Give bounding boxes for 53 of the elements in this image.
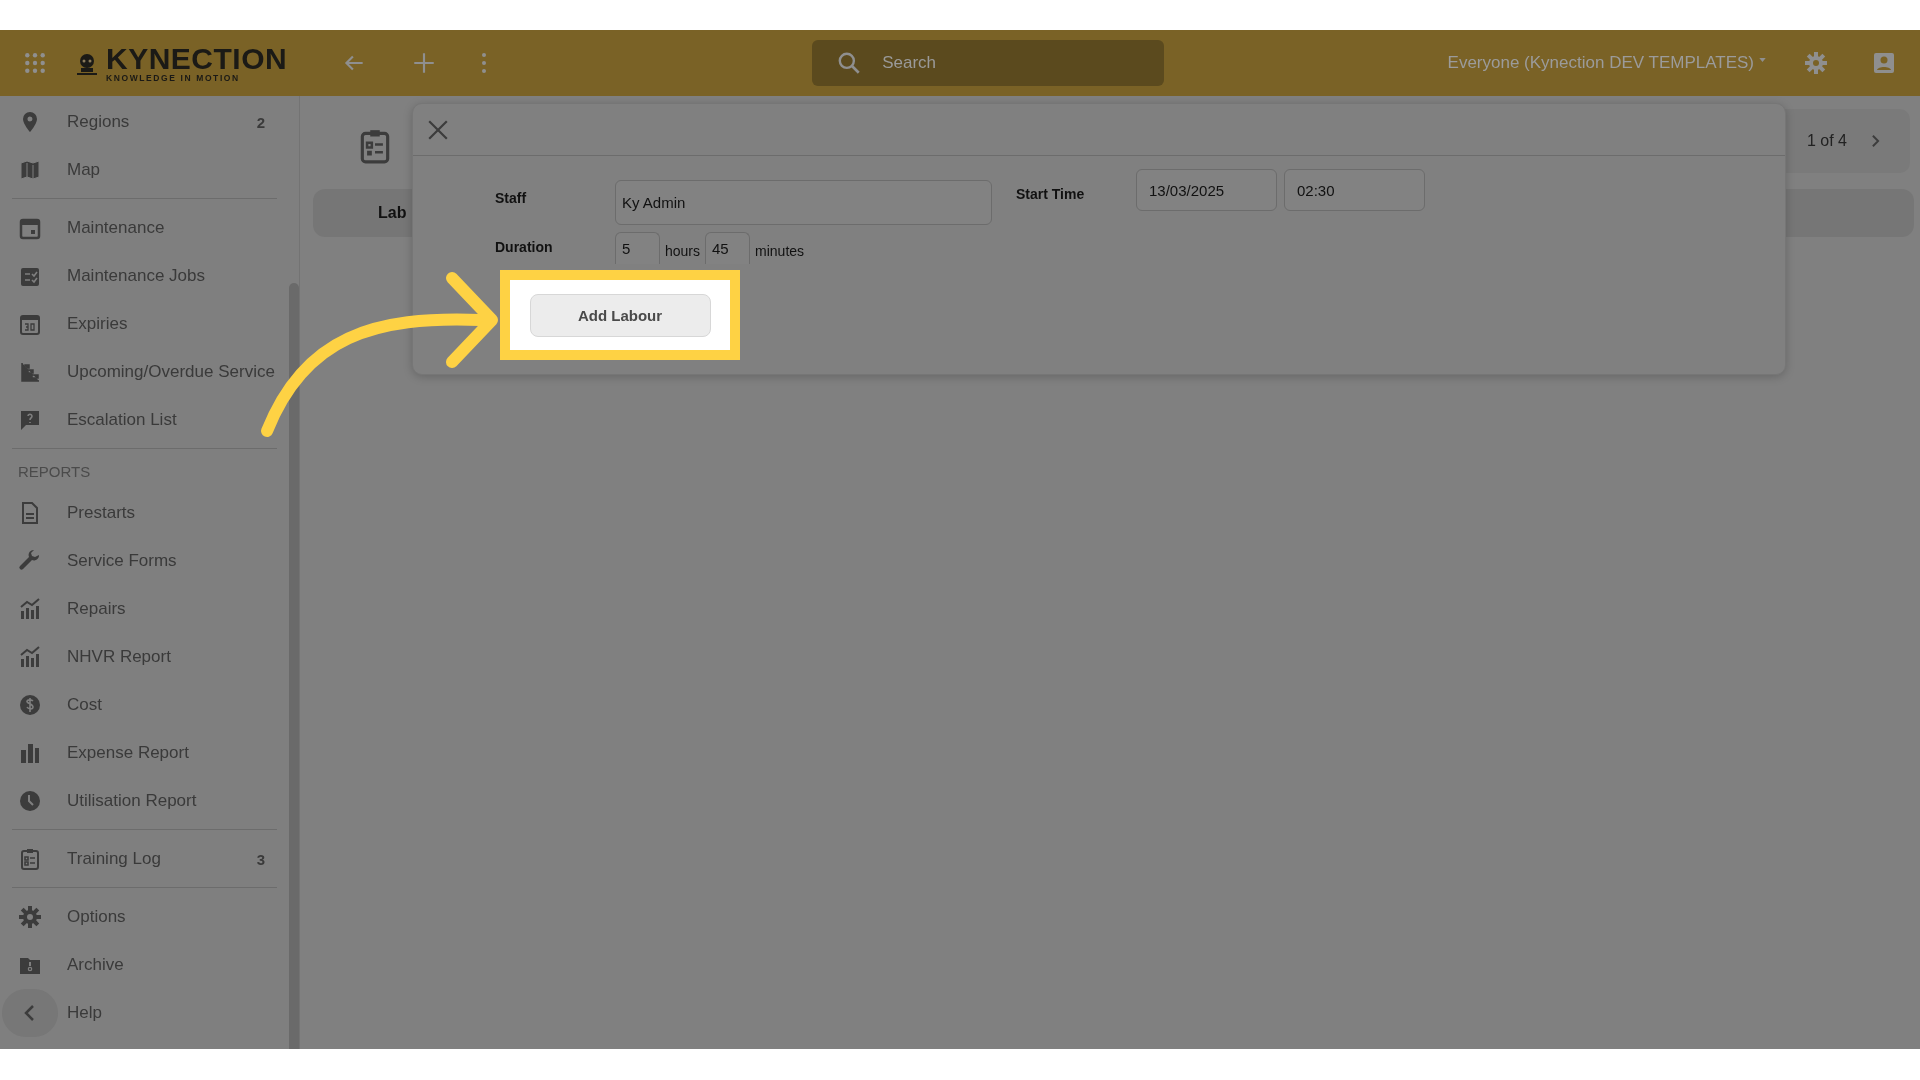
hours-field[interactable]: 5 (615, 232, 660, 264)
sidebar-item[interactable]: NHVR Report (2, 633, 175, 681)
question-icon (18, 408, 42, 432)
sidebar-item[interactable]: Maintenance (2, 204, 169, 252)
sidebar-item[interactable]: Expiries (2, 300, 132, 348)
close-icon[interactable] (427, 118, 449, 141)
page-counter: 1 of 4 (1806, 132, 1847, 150)
sidebar-item[interactable]: Cost (2, 681, 106, 729)
calendar-icon (18, 216, 42, 240)
sidebar-item[interactable]: Repairs (2, 585, 130, 633)
sidebar-item[interactable]: Archive (2, 941, 128, 989)
field-label: Duration (495, 239, 554, 255)
unit-label: minutes (755, 243, 805, 259)
sidebar-item[interactable]: Upcoming/Overdue Service (2, 348, 279, 396)
sidebar-item[interactable]: Options (2, 893, 130, 941)
search-field[interactable]: Search (812, 40, 1165, 86)
sidebar-item[interactable]: Utilisation Report (2, 777, 201, 825)
minutes-field[interactable]: 45 (705, 232, 751, 264)
add-labour-button[interactable]: Add Labour (529, 293, 711, 337)
map-icon (18, 158, 42, 182)
apps-grid-icon[interactable] (24, 52, 46, 74)
more-vertical-icon[interactable] (481, 51, 488, 75)
sidebar-item[interactable]: Map (2, 146, 105, 194)
clipboard-icon (18, 847, 42, 871)
wrench-icon (18, 549, 42, 573)
sidebar-item[interactable]: Regions 2 (2, 98, 285, 146)
dollar-icon (18, 693, 42, 717)
trend-icon (18, 645, 42, 669)
account-selector[interactable]: Everyone (Kynection DEV TEMPLATES) (1447, 53, 1754, 73)
gear-icon (18, 905, 42, 929)
field-label: Staff (495, 189, 528, 206)
scrollbar[interactable] (289, 283, 299, 1049)
caret-icon[interactable] (1759, 58, 1766, 62)
sidebar-item[interactable]: Training Log 3 (2, 835, 285, 883)
staff-field[interactable]: Ky Admin (615, 180, 992, 225)
clock-icon (18, 789, 42, 813)
bars-icon (18, 741, 42, 765)
trend-icon (18, 597, 42, 621)
settings-icon[interactable] (1804, 51, 1828, 75)
time-field[interactable]: 02:30 (1284, 169, 1425, 211)
sidebar-item[interactable]: Escalation List (2, 396, 181, 444)
field-label: Start Time (1016, 185, 1086, 202)
date-field[interactable]: 13/03/2025 (1136, 169, 1277, 211)
sidebar-item[interactable]: Expense Report (2, 729, 193, 777)
sidebar-item[interactable]: Service Forms (2, 537, 181, 585)
next-chevron-icon[interactable] (1871, 134, 1880, 148)
unit-label: hours (665, 243, 701, 259)
sidebar-item[interactable]: Prestarts (2, 489, 140, 537)
account-icon[interactable] (1872, 51, 1896, 75)
logo-wordmark: KYNECTION (106, 43, 288, 74)
sidebar-item[interactable]: Maintenance Jobs (2, 252, 209, 300)
tab[interactable]: Lab (378, 204, 407, 222)
logo-tagline: KNOWLEDGE IN MOTION (106, 73, 241, 83)
